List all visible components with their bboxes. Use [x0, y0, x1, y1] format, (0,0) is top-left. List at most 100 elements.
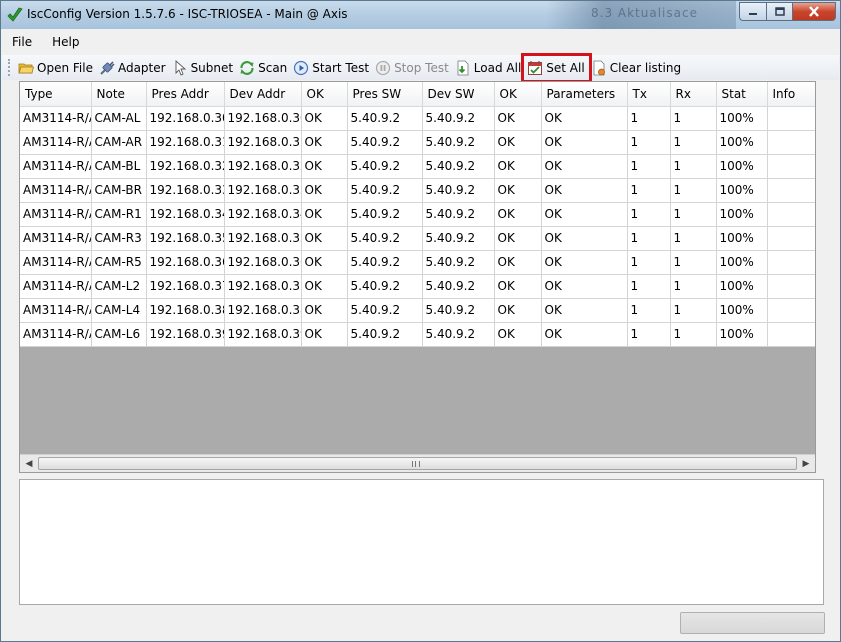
table-cell[interactable]: 192.168.0.38: [146, 298, 225, 323]
table-cell[interactable]: CAM-AR: [91, 130, 147, 155]
table-cell[interactable]: OK: [541, 250, 628, 275]
table-cell[interactable]: CAM-R5: [91, 250, 147, 275]
table-cell[interactable]: 100%: [716, 250, 768, 275]
table-cell[interactable]: 192.168.0.39: [224, 322, 302, 347]
table-cell[interactable]: 1: [670, 154, 717, 179]
table-cell[interactable]: 1: [627, 106, 671, 131]
table-cell[interactable]: CAM-BL: [91, 154, 147, 179]
table-cell[interactable]: 100%: [716, 226, 768, 251]
table-cell[interactable]: AM3114-R/A: [20, 322, 92, 347]
menu-help[interactable]: Help: [42, 35, 89, 49]
minimize-button[interactable]: [739, 2, 766, 21]
table-cell[interactable]: OK: [541, 130, 628, 155]
table-cell[interactable]: 192.168.0.33: [146, 178, 225, 203]
table-cell[interactable]: 5.40.9.2: [347, 298, 423, 323]
scan-button[interactable]: Scan: [237, 57, 290, 79]
table-cell[interactable]: [767, 178, 815, 203]
table-cell[interactable]: OK: [541, 154, 628, 179]
table-cell[interactable]: 192.168.0.37: [224, 274, 302, 299]
table-cell[interactable]: OK: [494, 202, 542, 227]
scroll-left-arrow-icon[interactable]: ◀: [23, 458, 35, 470]
table-cell[interactable]: 1: [670, 130, 717, 155]
column-header[interactable]: Dev SW: [422, 82, 495, 107]
table-cell[interactable]: 1: [670, 298, 717, 323]
table-cell[interactable]: 1: [627, 130, 671, 155]
table-cell[interactable]: 192.168.0.30: [146, 106, 225, 131]
table-row[interactable]: AM3114-R/A CAM-AR 192.168.0.31 192.168.0.31…: [20, 130, 815, 155]
table-cell[interactable]: 5.40.9.2: [347, 202, 423, 227]
column-header[interactable]: Info: [767, 82, 815, 107]
scrollbar-thumb[interactable]: [38, 457, 797, 470]
table-cell[interactable]: CAM-R3: [91, 226, 147, 251]
table-cell[interactable]: 1: [670, 202, 717, 227]
table-cell[interactable]: 1: [670, 250, 717, 275]
table-cell[interactable]: AM3114-R/A: [20, 154, 92, 179]
table-cell[interactable]: 192.168.0.31: [224, 130, 302, 155]
table-cell[interactable]: OK: [541, 322, 628, 347]
table-cell[interactable]: AM3114-R/A: [20, 106, 92, 131]
table-cell[interactable]: 5.40.9.2: [347, 130, 423, 155]
table-cell[interactable]: [767, 298, 815, 323]
table-cell[interactable]: OK: [494, 106, 542, 131]
table-cell[interactable]: [767, 250, 815, 275]
table-cell[interactable]: CAM-L6: [91, 322, 147, 347]
table-cell[interactable]: 1: [627, 322, 671, 347]
close-button[interactable]: [792, 2, 836, 21]
table-cell[interactable]: 192.168.0.31: [146, 130, 225, 155]
table-cell[interactable]: [767, 226, 815, 251]
device-grid[interactable]: Type Note Pres Addr Dev Addr OK Pres SW Dev SW…: [19, 81, 816, 473]
table-cell[interactable]: OK: [494, 274, 542, 299]
table-cell[interactable]: OK: [301, 322, 348, 347]
table-cell[interactable]: 192.168.0.38: [224, 298, 302, 323]
column-header[interactable]: OK: [494, 82, 542, 107]
table-row[interactable]: AM3114-R/A CAM-R5 192.168.0.36 192.168.0.36…: [20, 250, 815, 275]
open-file-button[interactable]: Open File: [16, 57, 96, 79]
table-cell[interactable]: OK: [301, 202, 348, 227]
table-cell[interactable]: [767, 154, 815, 179]
table-cell[interactable]: 5.40.9.2: [347, 106, 423, 131]
table-cell[interactable]: 192.168.0.36: [224, 250, 302, 275]
table-cell[interactable]: 100%: [716, 322, 768, 347]
table-cell[interactable]: 5.40.9.2: [347, 226, 423, 251]
table-cell[interactable]: 100%: [716, 298, 768, 323]
column-header[interactable]: Dev Addr: [224, 82, 302, 107]
table-cell[interactable]: 5.40.9.2: [422, 202, 495, 227]
table-cell[interactable]: 5.40.9.2: [422, 322, 495, 347]
table-cell[interactable]: CAM-BR: [91, 178, 147, 203]
table-cell[interactable]: 192.168.0.32: [146, 154, 225, 179]
table-cell[interactable]: 192.168.0.32: [224, 154, 302, 179]
table-cell[interactable]: 1: [670, 226, 717, 251]
table-cell[interactable]: 5.40.9.2: [347, 274, 423, 299]
table-cell[interactable]: OK: [301, 226, 348, 251]
table-cell[interactable]: OK: [494, 130, 542, 155]
table-cell[interactable]: [767, 322, 815, 347]
table-cell[interactable]: 100%: [716, 154, 768, 179]
table-cell[interactable]: 1: [670, 178, 717, 203]
scroll-right-arrow-icon[interactable]: ▶: [800, 458, 812, 470]
table-cell[interactable]: OK: [301, 130, 348, 155]
table-cell[interactable]: AM3114-R/A: [20, 226, 92, 251]
table-cell[interactable]: OK: [494, 298, 542, 323]
toolbar-grip[interactable]: [8, 59, 11, 76]
table-cell[interactable]: OK: [301, 274, 348, 299]
menu-file[interactable]: File: [2, 35, 42, 49]
table-cell[interactable]: 1: [670, 106, 717, 131]
table-cell[interactable]: 5.40.9.2: [347, 322, 423, 347]
table-cell[interactable]: 5.40.9.2: [422, 130, 495, 155]
table-cell[interactable]: CAM-L2: [91, 274, 147, 299]
table-cell[interactable]: 1: [627, 178, 671, 203]
table-cell[interactable]: 192.168.0.39: [146, 322, 225, 347]
load-all-button[interactable]: Load All: [453, 57, 524, 79]
table-cell[interactable]: OK: [301, 106, 348, 131]
table-cell[interactable]: 5.40.9.2: [347, 250, 423, 275]
table-cell[interactable]: OK: [301, 298, 348, 323]
maximize-button[interactable]: [766, 2, 792, 21]
table-cell[interactable]: 100%: [716, 202, 768, 227]
table-cell[interactable]: 5.40.9.2: [422, 106, 495, 131]
table-cell[interactable]: 5.40.9.2: [422, 274, 495, 299]
table-cell[interactable]: AM3114-R/A: [20, 250, 92, 275]
table-cell[interactable]: 1: [670, 274, 717, 299]
table-cell[interactable]: 100%: [716, 130, 768, 155]
table-cell[interactable]: [767, 274, 815, 299]
table-cell[interactable]: 1: [627, 250, 671, 275]
